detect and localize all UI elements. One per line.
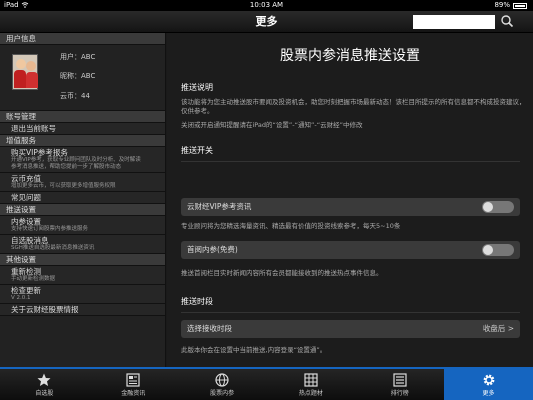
search-icon[interactable] bbox=[500, 14, 514, 28]
logout-item[interactable]: 退出当前账号 bbox=[0, 123, 165, 135]
auto-stock-item[interactable]: 自选股消息 SGH推送自选股最新消息推送资讯 bbox=[0, 235, 165, 254]
clock: 10:03 AM bbox=[249, 1, 284, 9]
nav-bar: 更多 bbox=[0, 11, 533, 33]
section-other: 其他设置 bbox=[0, 254, 165, 266]
nickname: 昵称：ABC bbox=[60, 72, 96, 80]
vip-toggle-label: 云财经VIP参考资讯 bbox=[187, 202, 252, 211]
faq-item[interactable]: 常见问题 bbox=[0, 192, 165, 204]
grid-icon bbox=[304, 373, 318, 387]
star-icon bbox=[37, 373, 51, 386]
time-select-label: 选择接收时段 bbox=[187, 324, 232, 333]
divider bbox=[181, 161, 520, 162]
free-toggle-row: 首阅内参(免费) bbox=[181, 241, 520, 259]
section-vip: 增值服务 bbox=[0, 135, 165, 147]
time-select-value: 收盘后 > bbox=[482, 324, 514, 333]
vip-toggle-row: 云财经VIP参考资讯 bbox=[181, 198, 520, 216]
status-bar: iPad 10:03 AM 89% bbox=[0, 0, 533, 11]
chevron-right-icon: > bbox=[507, 324, 514, 333]
news-icon bbox=[126, 373, 140, 387]
free-toggle-switch[interactable] bbox=[482, 244, 514, 256]
tab-more[interactable]: 更多 bbox=[444, 369, 533, 400]
tab-news[interactable]: 金融资讯 bbox=[89, 369, 178, 400]
tab-bar: 自选股 金融资讯 股票内参 热点题材 排行榜 更多 bbox=[0, 367, 533, 400]
battery-status: 89% bbox=[494, 0, 527, 11]
internal-ref-item[interactable]: 内参设置 支持快速订阅股票内参推送服务 bbox=[0, 216, 165, 235]
section-push: 推送设置 bbox=[0, 204, 165, 216]
about-item[interactable]: 关于云财经股票情报 bbox=[0, 304, 165, 316]
push-note: 关闭或开启通知提醒请在iPad的“设置”-“通知”-“云财经”中修改 bbox=[181, 121, 363, 129]
list-icon bbox=[393, 373, 407, 387]
gear-icon bbox=[483, 374, 494, 386]
tab-internal-ref[interactable]: 股票内参 bbox=[178, 369, 267, 400]
time-select-row[interactable]: 选择接收时段 收盘后 > bbox=[181, 320, 520, 338]
tab-ranking[interactable]: 排行榜 bbox=[355, 369, 444, 400]
vip-toggle-desc: 专业顾问将为您精选海量资讯、精选最有价值的投资线索参考，每天5~10条 bbox=[181, 222, 401, 230]
cloud-recharge-item[interactable]: 云币充值 增加更多云币，可以获取更多增值服务权限 bbox=[0, 173, 165, 192]
tab-watchlist[interactable]: 自选股 bbox=[0, 369, 89, 400]
panel-title: 股票内参消息推送设置 bbox=[280, 48, 420, 64]
section-account: 账号管理 bbox=[0, 111, 165, 123]
buy-vip-item[interactable]: 购买VIP参考报务 开通VIP参考，获取专业顾问团队及时分析、及时解读 参考消息… bbox=[0, 147, 165, 173]
push-desc: 该功能将为您主动推送股市要闻及投资机会，助您时刻把握市场最新动态！该栏目所提示的… bbox=[181, 98, 526, 115]
search-input[interactable] bbox=[413, 15, 495, 29]
free-toggle-label: 首阅内参(免费) bbox=[187, 245, 238, 254]
battery-icon bbox=[513, 2, 527, 9]
time-desc: 此版本你会在设置中当前推送,内容登录“设置通”。 bbox=[181, 346, 327, 354]
push-settings-panel: 股票内参消息推送设置 推送说明 该功能将为您主动推送股市要闻及投资机会，助您时刻… bbox=[167, 33, 533, 367]
username: 用户：ABC bbox=[60, 53, 96, 61]
vip-toggle-switch[interactable] bbox=[482, 201, 514, 213]
avatar bbox=[12, 54, 38, 90]
user-info-card: 用户：ABC 昵称：ABC 云币：44 bbox=[0, 45, 165, 111]
free-toggle-desc: 推送首阅栏目实时新闻内容所有会员都能接收到的推送热点事件信息。 bbox=[181, 269, 383, 277]
tab-hot-topics[interactable]: 热点题材 bbox=[266, 369, 355, 400]
check-update-item[interactable]: 检查更新 V 2.0.1 bbox=[0, 285, 165, 304]
divider bbox=[181, 312, 520, 313]
push-switch-label: 推送开关 bbox=[181, 146, 213, 155]
refresh-item[interactable]: 重新检测 手动更新检测数据 bbox=[0, 266, 165, 285]
sidebar: 用户信息 用户：ABC 昵称：ABC 云币：44 账号管理 退出当前账号 增值服… bbox=[0, 33, 166, 367]
push-desc-label: 推送说明 bbox=[181, 83, 213, 92]
globe-icon bbox=[215, 373, 229, 387]
coin-balance: 云币：44 bbox=[60, 92, 90, 100]
push-time-label: 推送时段 bbox=[181, 297, 213, 306]
section-user-info: 用户信息 bbox=[0, 33, 165, 45]
